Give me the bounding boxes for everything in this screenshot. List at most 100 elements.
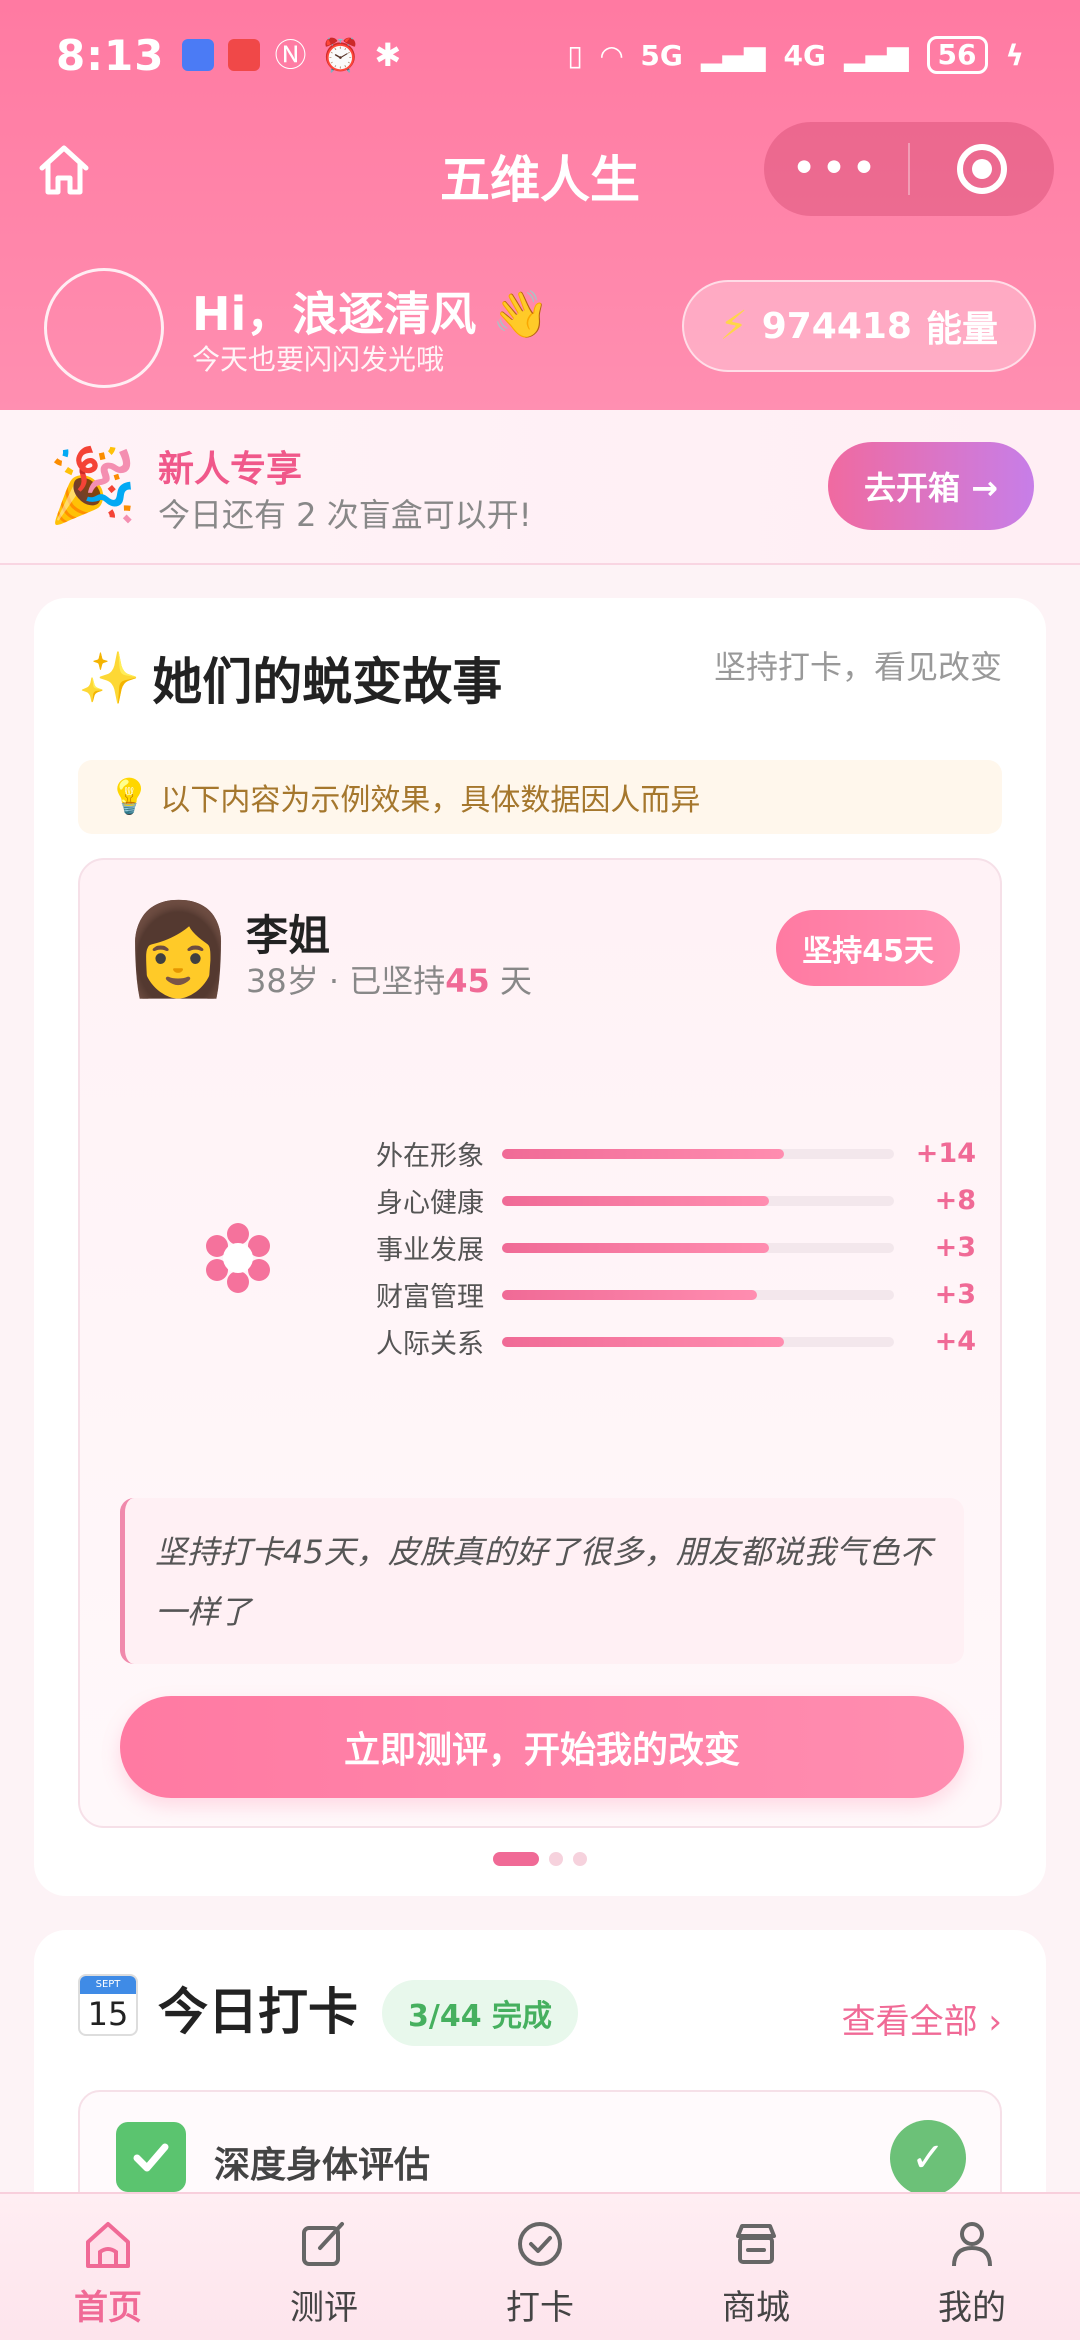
bar-value: +8 xyxy=(934,1185,976,1216)
tab-me[interactable]: 我的 xyxy=(864,2194,1080,2340)
signal-5g: 5G xyxy=(640,38,683,72)
check-circle-icon xyxy=(518,2222,562,2266)
bar-label: 人际关系 xyxy=(376,1329,484,1360)
task-done-icon[interactable]: ✓ xyxy=(890,2120,966,2196)
bar-track xyxy=(502,1148,894,1159)
bar-fill xyxy=(502,1336,785,1347)
bar-row: 人际关系 +4 xyxy=(376,1318,976,1365)
story-slide[interactable]: 👩 李姐 38岁 · 已坚持45 天 坚持45天 外在形象 +14 身心健康 +8 事业… xyxy=(78,858,1002,1828)
nav-bar: 五维人生 ••• xyxy=(0,118,1080,222)
improvement-chart: 外在形象 +14 身心健康 +8 事业发展 +3 财富管理 +3 人际关系 +4 xyxy=(376,1130,976,1365)
bar-label: 财富管理 xyxy=(376,1282,484,1313)
calendar-icon: SEPT 15 xyxy=(78,1974,138,2036)
status-time: 8:13 xyxy=(56,30,165,80)
target-icon xyxy=(957,144,1007,194)
calendar-day: 15 xyxy=(87,1995,129,2033)
stories-header: ✨ 她们的蜕变故事 xyxy=(78,642,502,714)
story-meta-suffix: 天 xyxy=(489,962,532,1000)
home-icon xyxy=(86,2222,130,2268)
view-all-link[interactable]: 查看全部 › xyxy=(842,1994,1002,2043)
more-menu-button[interactable]: ••• xyxy=(764,147,908,191)
testimonial-quote: 坚持打卡45天，皮肤真的好了很多，朋友都说我气色不一样了 xyxy=(120,1498,964,1664)
sparkles-icon: ✨ xyxy=(78,648,141,707)
bar-fill xyxy=(502,1148,785,1159)
stories-subtitle: 坚持打卡，看见改变 xyxy=(713,648,1002,686)
vibrate-icon: ▯ xyxy=(567,38,583,72)
bar-track xyxy=(502,1242,894,1253)
battery-level: 56 xyxy=(926,36,988,74)
tab-shop[interactable]: 商城 xyxy=(648,2194,864,2340)
banner-title: 新人专享 xyxy=(158,449,303,490)
tab-label: 打卡 xyxy=(506,2288,574,2328)
woman-avatar-icon: 👩 xyxy=(122,897,235,1002)
checkin-title: 今日打卡 xyxy=(158,1983,358,2041)
bar-row: 事业发展 +3 xyxy=(376,1224,976,1271)
bar-track xyxy=(502,1336,894,1347)
new-user-banner: 🎉 新人专享 今日还有 2 次盲盒可以开! 去开箱 → xyxy=(0,410,1080,565)
bottom-tab-bar: 首页 测评 打卡 商城 我的 xyxy=(0,2192,1080,2340)
book-app-icon xyxy=(228,39,261,71)
user-icon xyxy=(952,2222,992,2267)
status-bar: 8:13 Ⓝ ⏰ ✱ ▯ ◠ 5G ▂▄▆ 4G ▂▄▆ 56 ϟ xyxy=(0,0,1080,110)
nfc-icon: Ⓝ xyxy=(274,36,307,74)
alarm-icon: ⏰ xyxy=(320,36,361,74)
bluetooth-icon: ✱ xyxy=(374,36,402,74)
shop-icon xyxy=(736,2224,776,2264)
signal-4g: 4G xyxy=(783,38,826,72)
banner-subtitle: 今日还有 2 次盲盒可以开! xyxy=(158,496,532,534)
carousel-dot[interactable] xyxy=(573,1852,587,1866)
edit-icon xyxy=(302,2222,344,2266)
bar-value: +14 xyxy=(915,1138,976,1169)
tab-home[interactable]: 首页 xyxy=(0,2194,216,2340)
greeting: Hi，浪逐清风 👋 xyxy=(192,287,550,341)
bar-track xyxy=(502,1289,894,1300)
open-blind-box-button[interactable]: 去开箱 → xyxy=(828,442,1034,530)
lightning-icon: ⚡ xyxy=(719,303,748,349)
stories-title: 她们的蜕变故事 xyxy=(152,653,503,711)
stories-card: ✨ 她们的蜕变故事 坚持打卡，看见改变 💡 以下内容为示例效果，具体数据因人而异… xyxy=(34,598,1046,1896)
tab-checkin[interactable]: 打卡 xyxy=(432,2194,648,2340)
bar-label: 外在形象 xyxy=(376,1141,484,1172)
tab-label: 首页 xyxy=(74,2288,142,2328)
signal-bars-icon: ▂▄▆ xyxy=(843,38,909,72)
bar-fill xyxy=(502,1289,757,1300)
energy-value: 974418 xyxy=(761,305,912,347)
avatar[interactable] xyxy=(44,268,164,388)
signal-bars-icon: ▂▄▆ xyxy=(700,38,766,72)
flower-logo-icon xyxy=(206,1223,270,1293)
close-button[interactable] xyxy=(910,144,1054,194)
tab-label: 测评 xyxy=(290,2288,358,2328)
bar-label: 事业发展 xyxy=(376,1235,484,1266)
user-header: Hi，浪逐清风 👋 今天也要闪闪发光哦 ⚡ 974418 能量 xyxy=(0,238,1080,408)
completion-badge: 3/44 完成 xyxy=(382,1980,579,2046)
carousel-dot[interactable] xyxy=(493,1852,539,1866)
notification-icons: Ⓝ ⏰ ✱ xyxy=(182,39,401,71)
bar-value: +4 xyxy=(934,1326,976,1357)
bar-fill xyxy=(502,1242,769,1253)
persist-badge: 坚持45天 xyxy=(776,910,960,986)
disclaimer-tip: 💡 以下内容为示例效果，具体数据因人而异 xyxy=(78,760,1002,834)
charging-icon: ϟ xyxy=(1005,38,1024,72)
energy-label: 能量 xyxy=(925,309,998,350)
task-name: 深度身体评估 xyxy=(214,2145,431,2186)
story-age: 38岁 xyxy=(246,962,319,1000)
story-days: 45 xyxy=(445,962,490,1000)
tab-label: 商城 xyxy=(722,2288,790,2328)
energy-badge[interactable]: ⚡ 974418 能量 xyxy=(681,280,1036,372)
alarm-app-icon xyxy=(182,39,215,71)
carousel-dot[interactable] xyxy=(549,1852,563,1866)
carousel-indicator xyxy=(34,1852,1046,1866)
tab-label: 我的 xyxy=(938,2288,1006,2328)
story-person-name: 李姐 xyxy=(246,911,331,960)
wifi-icon: ◠ xyxy=(600,38,623,72)
bar-fill xyxy=(502,1195,769,1206)
bar-value: +3 xyxy=(934,1279,976,1310)
system-icons: ▯ ◠ 5G ▂▄▆ 4G ▂▄▆ 56 ϟ xyxy=(567,36,1024,74)
tab-assessment[interactable]: 测评 xyxy=(216,2194,432,2340)
mini-program-capsule: ••• xyxy=(764,122,1054,216)
bar-row: 外在形象 +14 xyxy=(376,1130,976,1177)
lightbulb-icon: 💡 xyxy=(108,777,151,817)
story-person-meta: 38岁 · 已坚持45 天 xyxy=(246,956,532,1002)
start-assessment-button[interactable]: 立即测评，开始我的改变 xyxy=(120,1696,964,1798)
party-popper-icon: 🎉 xyxy=(48,443,138,527)
